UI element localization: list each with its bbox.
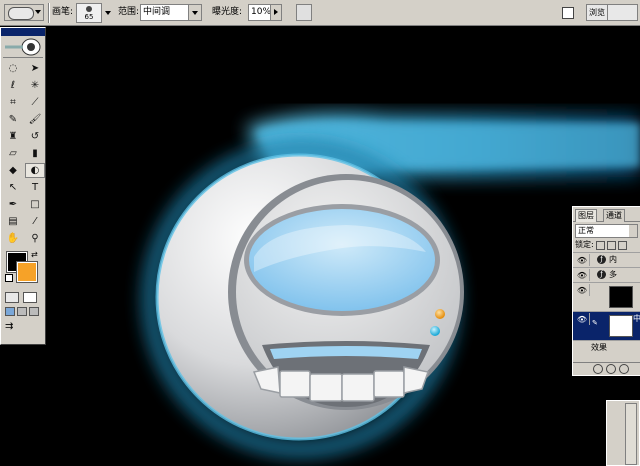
screen-mode-controls <box>1 305 45 318</box>
scrollbar[interactable] <box>625 403 637 465</box>
magic-wand-tool-icon[interactable]: ✳ <box>25 78 45 93</box>
quick-mask-controls <box>1 290 45 305</box>
brush-preset-picker[interactable]: 65 <box>76 3 102 23</box>
eye-logo-icon <box>5 38 41 56</box>
dodge-preset-icon <box>8 7 34 20</box>
range-label: 范围: <box>118 7 140 17</box>
lasso-tool-icon[interactable]: ℓ <box>3 78 23 93</box>
lock-transparency-icon[interactable] <box>595 240 605 250</box>
layer-name: 中 <box>633 314 640 323</box>
adobe-online-button[interactable] <box>3 37 43 58</box>
tab-channels[interactable]: 通道 <box>603 209 625 222</box>
layers-panel: 图层 通道 正常 锁定: 👁 ƒ 内 👁 ƒ 多 👁 👁 ✎ 中 效果 <box>572 206 640 376</box>
type-tool-icon[interactable]: T <box>25 180 45 195</box>
layer-effect-row[interactable]: 👁 ƒ 内 <box>573 252 640 267</box>
secondary-panel <box>606 400 640 466</box>
jump-to-imageready-button[interactable]: ⇉ <box>5 321 41 333</box>
document-icon[interactable] <box>562 7 574 19</box>
chevron-right-icon[interactable] <box>270 5 281 20</box>
document-canvas[interactable] <box>46 27 640 466</box>
brush-tip-icon <box>86 6 92 12</box>
toolbox: ◌ ➤ ℓ ✳ ⌗ ⟋ ✎ 🖌 ♜ ↺ ▱ ▮ ◆ ◐ ↖ T ✒ □ ▤ ⁄ ✋ ⚲ ⇄ ⇉ <box>0 27 46 345</box>
full-screen-menu-button[interactable] <box>17 307 27 316</box>
chevron-down-icon <box>188 5 201 20</box>
layer-thumbnail <box>609 286 633 308</box>
dodge-tool-icon[interactable]: ◐ <box>25 163 45 178</box>
add-mask-icon[interactable] <box>606 364 616 374</box>
brush-tool-icon[interactable]: 🖌 <box>25 112 45 127</box>
zoom-tool-icon[interactable]: ⚲ <box>25 231 45 246</box>
path-selection-tool-icon[interactable]: ↖ <box>3 180 23 195</box>
blur-tool-icon[interactable]: ◆ <box>3 163 23 178</box>
new-fill-layer-icon[interactable] <box>619 364 629 374</box>
add-style-icon[interactable] <box>593 364 603 374</box>
layer-row-selected[interactable]: 👁 ✎ 中 <box>573 311 640 340</box>
exposure-label: 曝光度: <box>212 7 243 17</box>
history-brush-tool-icon[interactable]: ↺ <box>25 129 45 144</box>
swap-colors-icon[interactable]: ⇄ <box>31 250 38 259</box>
separator <box>48 3 50 23</box>
blend-mode-select[interactable]: 正常 <box>575 224 638 238</box>
eye-icon[interactable]: 👁 <box>575 313 590 325</box>
layer-effect-label: 多 <box>609 270 617 279</box>
gradient-tool-icon[interactable]: ▮ <box>25 146 45 161</box>
exposure-input[interactable]: 10% <box>248 4 282 21</box>
crop-tool-icon[interactable]: ⌗ <box>3 95 23 110</box>
brush-link-icon: ✎ <box>592 319 598 327</box>
brush-label: 画笔: <box>52 7 74 17</box>
effects-label: 效果 <box>591 343 607 352</box>
artwork <box>143 112 640 457</box>
options-bar: 画笔: 65 范围: 中间调 曝光度: 10% 浏览 <box>0 0 640 26</box>
move-tool-icon[interactable]: ➤ <box>25 61 45 76</box>
tool-preset-picker[interactable] <box>4 4 44 21</box>
slice-tool-icon[interactable]: ⟋ <box>25 95 45 110</box>
eye-icon[interactable]: 👁 <box>575 254 590 266</box>
marquee-tool-icon[interactable]: ◌ <box>3 61 23 76</box>
lock-controls: 锁定: <box>573 238 640 252</box>
brush-dropdown-button[interactable] <box>104 4 112 21</box>
eraser-tool-icon[interactable]: ▱ <box>3 146 23 161</box>
eye-icon[interactable]: 👁 <box>575 284 590 296</box>
airbrush-toggle-button[interactable] <box>296 4 312 21</box>
lock-position-icon[interactable] <box>617 240 627 250</box>
panel-tabs: 图层 通道 <box>573 207 640 222</box>
quick-mask-button[interactable] <box>23 292 37 303</box>
effect-icon: ƒ <box>597 270 606 279</box>
exposure-value: 10% <box>251 7 272 17</box>
toolbox-titlebar[interactable] <box>1 28 45 36</box>
chevron-down-icon <box>35 10 41 14</box>
effect-icon: ƒ <box>597 255 606 264</box>
standard-screen-button[interactable] <box>5 307 15 316</box>
full-screen-button[interactable] <box>29 307 39 316</box>
browser-label: 浏览 <box>587 5 608 20</box>
layer-effect-row[interactable]: 👁 ƒ 多 <box>573 267 640 282</box>
eye-icon[interactable]: 👁 <box>575 269 590 281</box>
default-colors-icon[interactable] <box>5 274 13 282</box>
standard-mode-button[interactable] <box>5 292 19 303</box>
hand-tool-icon[interactable]: ✋ <box>3 231 23 246</box>
lock-pixels-icon[interactable] <box>606 240 616 250</box>
pen-tool-icon[interactable]: ✒ <box>3 197 23 212</box>
brush-size: 65 <box>84 13 94 21</box>
range-value: 中间调 <box>143 7 171 17</box>
healing-brush-tool-icon[interactable]: ✎ <box>3 112 23 127</box>
shape-tool-icon[interactable]: □ <box>25 197 45 212</box>
layer-effects-row[interactable]: 效果 <box>573 340 640 355</box>
layers-panel-footer <box>573 362 640 375</box>
range-select[interactable]: 中间调 <box>140 4 202 21</box>
tab-layers[interactable]: 图层 <box>575 209 597 222</box>
file-browser-button[interactable]: 浏览 <box>586 4 638 21</box>
background-color-swatch[interactable] <box>16 261 38 283</box>
chevron-down-icon <box>629 225 637 237</box>
clone-stamp-tool-icon[interactable]: ♜ <box>3 129 23 144</box>
eyedropper-tool-icon[interactable]: ⁄ <box>25 214 45 229</box>
lock-label: 锁定: <box>575 240 594 249</box>
color-swatches: ⇄ <box>1 250 45 290</box>
blend-mode-value: 正常 <box>578 226 594 235</box>
layer-effect-label: 内 <box>609 255 617 264</box>
layer-thumbnail <box>609 315 633 337</box>
layer-row[interactable]: 👁 <box>573 282 640 311</box>
tool-grid: ◌ ➤ ℓ ✳ ⌗ ⟋ ✎ 🖌 ♜ ↺ ▱ ▮ ◆ ◐ ↖ T ✒ □ ▤ ⁄ ✋ ⚲ <box>1 61 45 246</box>
notes-tool-icon[interactable]: ▤ <box>3 214 23 229</box>
